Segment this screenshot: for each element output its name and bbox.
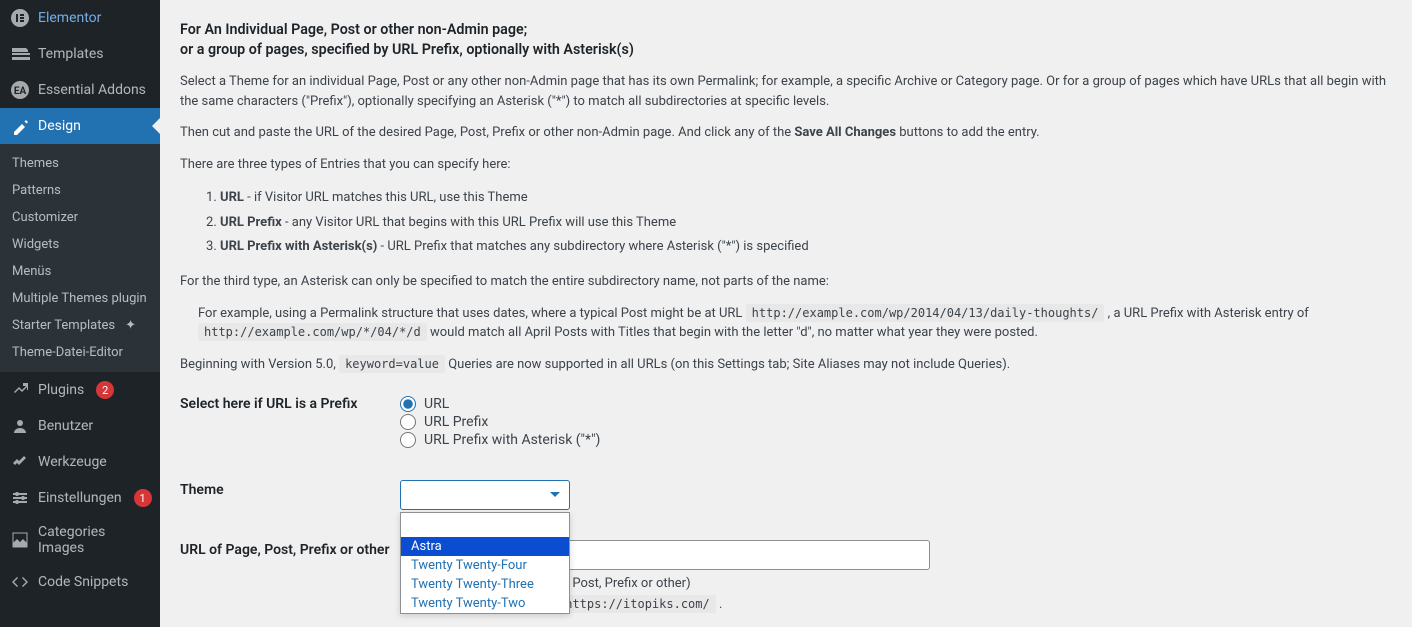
update-badge: 2 — [96, 381, 114, 399]
entries-list: URL - if Visitor URL matches this URL, u… — [220, 186, 1392, 260]
submenu-label: Customizer — [12, 210, 78, 225]
sidebar-item-users[interactable]: Benutzer — [0, 408, 160, 444]
submenu-label: Theme-Datei-Editor — [12, 345, 123, 360]
theme-label: Theme — [180, 480, 400, 498]
keyword-value-code: keyword=value — [339, 355, 445, 373]
submenu-label: Menüs — [12, 264, 51, 279]
radio-url[interactable] — [400, 396, 416, 412]
theme-dropdown: Astra Twenty Twenty-Four Twenty Twenty-T… — [400, 512, 570, 614]
sidebar-item-design[interactable]: Design — [0, 108, 160, 144]
entry-url-prefix: URL Prefix - any Visitor URL that begins… — [220, 211, 1392, 236]
radio-url-label: URL — [424, 396, 449, 412]
sidebar-item-label: Categories Images — [38, 524, 152, 556]
sidebar-item-essential-addons[interactable]: EA Essential Addons — [0, 72, 160, 108]
section-heading: For An Individual Page, Post or other no… — [180, 20, 1392, 60]
entry-url: URL - if Visitor URL matches this URL, u… — [220, 186, 1392, 211]
submenu-label: Patterns — [12, 183, 61, 198]
save-all-bold: Save All Changes — [794, 125, 896, 140]
url-label: URL of Page, Post, Prefix or other — [180, 540, 400, 558]
sidebar-item-label: Design — [38, 118, 81, 134]
example-url-2: http://example.com/wp/*/04/*/d — [198, 323, 427, 341]
prefix-label: Select here if URL is a Prefix — [180, 394, 400, 412]
radio-url-asterisk[interactable] — [400, 432, 416, 448]
dropdown-option-2022[interactable]: Twenty Twenty-Two — [401, 594, 569, 613]
plugins-icon — [10, 380, 30, 400]
submenu-label: Multiple Themes plugin — [12, 291, 147, 306]
asterisk-example: For example, using a Permalink structure… — [180, 304, 1392, 343]
submenu-item-patterns[interactable]: Patterns — [0, 177, 160, 204]
theme-select[interactable] — [400, 480, 570, 510]
dropdown-option-2023[interactable]: Twenty Twenty-Three — [401, 575, 569, 594]
appearance-icon — [10, 116, 30, 136]
radio-prefix-label: URL Prefix — [424, 414, 488, 430]
submenu-label: Themes — [12, 156, 59, 171]
categories-images-icon — [10, 530, 30, 550]
intro-text: Select a Theme for an individual Page, P… — [180, 72, 1392, 111]
main-content: For An Individual Page, Post or other no… — [160, 0, 1412, 627]
essential-addons-icon: EA — [10, 80, 30, 100]
submenu-label: Starter Templates — [12, 318, 115, 333]
dropdown-empty-option[interactable] — [401, 513, 569, 537]
update-badge: 1 — [134, 489, 152, 507]
sidebar-item-label: Code Snippets — [38, 574, 128, 590]
sparkle-icon: ✦ — [125, 318, 136, 333]
sidebar-item-label: Elementor — [38, 10, 101, 26]
admin-sidebar: Elementor Templates EA Essential Addons … — [0, 0, 160, 627]
sidebar-item-elementor[interactable]: Elementor — [0, 0, 160, 36]
entries-intro: There are three types of Entries that yo… — [180, 155, 1392, 175]
sidebar-item-plugins[interactable]: Plugins 2 — [0, 372, 160, 408]
settings-icon — [10, 488, 30, 508]
users-icon — [10, 416, 30, 436]
submenu-item-theme-editor[interactable]: Theme-Datei-Editor — [0, 339, 160, 366]
sidebar-item-label: Templates — [38, 46, 104, 62]
submenu-item-themes[interactable]: Themes — [0, 150, 160, 177]
sidebar-item-categories-images[interactable]: Categories Images — [0, 516, 160, 564]
submenu-item-menus[interactable]: Menüs — [0, 258, 160, 285]
sidebar-item-label: Einstellungen — [38, 490, 122, 506]
sidebar-item-settings[interactable]: Einstellungen 1 — [0, 480, 160, 516]
submenu-item-multiple-themes[interactable]: Multiple Themes plugin — [0, 285, 160, 312]
elementor-icon — [10, 8, 30, 28]
sidebar-item-templates[interactable]: Templates — [0, 36, 160, 72]
templates-icon — [10, 44, 30, 64]
entry-url-asterisk: URL Prefix with Asterisk(s) - URL Prefix… — [220, 235, 1392, 260]
tools-icon — [10, 452, 30, 472]
site-url-code: https://itopiks.com/ — [559, 595, 716, 613]
svg-text:EA: EA — [14, 86, 27, 97]
sidebar-item-tools[interactable]: Werkzeuge — [0, 444, 160, 480]
dropdown-option-2024[interactable]: Twenty Twenty-Four — [401, 556, 569, 575]
version-note: Beginning with Version 5.0, keyword=valu… — [180, 355, 1392, 375]
submenu-item-customizer[interactable]: Customizer — [0, 204, 160, 231]
example-url-1: http://example.com/wp/2014/04/13/daily-t… — [746, 304, 1105, 322]
dropdown-option-astra[interactable]: Astra — [401, 537, 569, 556]
code-snippets-icon — [10, 572, 30, 592]
cut-paste-text: Then cut and paste the URL of the desire… — [180, 123, 1392, 143]
sidebar-item-label: Plugins — [38, 382, 84, 398]
sidebar-item-label: Essential Addons — [38, 82, 146, 98]
design-submenu: Themes Patterns Customizer Widgets Menüs… — [0, 144, 160, 372]
sidebar-item-code-snippets[interactable]: Code Snippets — [0, 564, 160, 600]
submenu-item-widgets[interactable]: Widgets — [0, 231, 160, 258]
sidebar-item-label: Werkzeuge — [38, 454, 107, 470]
heading-line-2: or a group of pages, specified by URL Pr… — [180, 42, 634, 58]
radio-asterisk-label: URL Prefix with Asterisk ("*") — [424, 432, 600, 448]
settings-form: Select here if URL is a Prefix URL URL P… — [180, 394, 1392, 618]
heading-line-1: For An Individual Page, Post or other no… — [180, 22, 527, 38]
sidebar-item-label: Benutzer — [38, 418, 93, 434]
asterisk-note: For the third type, an Asterisk can only… — [180, 272, 1392, 292]
submenu-label: Widgets — [12, 237, 59, 252]
radio-url-prefix[interactable] — [400, 414, 416, 430]
submenu-item-starter-templates[interactable]: Starter Templates ✦ — [0, 312, 160, 339]
